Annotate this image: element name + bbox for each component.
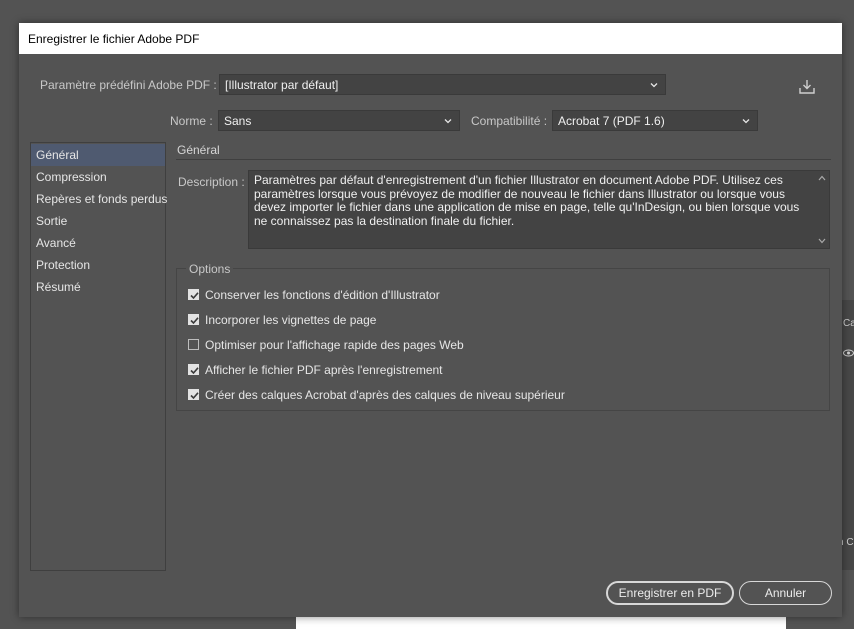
eye-icon [843, 349, 854, 357]
option-label: Incorporer les vignettes de page [205, 313, 377, 327]
checkmark-icon [190, 292, 199, 300]
option-label: Optimiser pour l'affichage rapide des pa… [205, 338, 464, 352]
description-scrollbar[interactable] [817, 174, 827, 245]
sidebar-item-summary[interactable]: Résumé [31, 276, 165, 298]
compatibility-value: Acrobat 7 (PDF 1.6) [558, 114, 665, 128]
checkbox[interactable] [188, 314, 199, 325]
standard-label: Norme : [170, 114, 213, 128]
option-label: Créer des calques Acrobat d'après des ca… [205, 388, 565, 402]
standard-select[interactable]: Sans [218, 110, 460, 131]
category-sidebar: Général Compression Repères et fonds per… [30, 142, 167, 571]
sidebar-item-compression[interactable]: Compression [31, 166, 165, 188]
description-text: Paramètres par défaut d'enregistrement d… [254, 173, 800, 228]
checkbox[interactable] [188, 389, 199, 400]
save-preset-icon[interactable] [798, 78, 816, 96]
checkmark-icon [190, 317, 199, 325]
section-header: Général [176, 142, 831, 160]
compatibility-label: Compatibilité : [471, 114, 548, 128]
preset-label: Paramètre prédéfini Adobe PDF : [40, 78, 217, 92]
chevron-down-icon [650, 83, 658, 88]
options-title: Options [186, 262, 234, 276]
preset-select[interactable]: [Illustrator par défaut] [219, 74, 666, 95]
description-label: Description : [178, 175, 245, 189]
checkbox[interactable] [188, 339, 199, 350]
checkbox[interactable] [188, 289, 199, 300]
sidebar-item-output[interactable]: Sortie [31, 210, 165, 232]
checkmark-icon [190, 367, 199, 375]
background-fragment-text: Ca [843, 318, 854, 329]
option-label: Conserver les fonctions d'édition d'Illu… [205, 288, 440, 302]
cancel-button[interactable]: Annuler [739, 581, 832, 605]
chevron-down-icon [742, 119, 750, 124]
dialog-titlebar[interactable]: Enregistrer le fichier Adobe PDF [19, 23, 842, 54]
compatibility-select[interactable]: Acrobat 7 (PDF 1.6) [552, 110, 758, 131]
section-title: Général [177, 143, 220, 157]
preset-value: [Illustrator par défaut] [225, 78, 339, 92]
description-textarea[interactable]: Paramètres par défaut d'enregistrement d… [248, 170, 830, 249]
dialog-title: Enregistrer le fichier Adobe PDF [28, 32, 200, 46]
sidebar-item-general[interactable]: Général [31, 144, 165, 166]
chevron-down-icon[interactable] [817, 237, 827, 245]
checkmark-icon [190, 392, 199, 400]
sidebar-item-advanced[interactable]: Avancé [31, 232, 165, 254]
chevron-up-icon[interactable] [817, 174, 827, 182]
save-pdf-button[interactable]: Enregistrer en PDF [606, 581, 734, 605]
standard-value: Sans [224, 114, 252, 128]
sidebar-item-marks-and-bleeds[interactable]: Repères et fonds perdus [31, 188, 167, 210]
checkbox[interactable] [188, 364, 199, 375]
option-label: Afficher le fichier PDF après l'enregist… [205, 363, 443, 377]
sidebar-item-security[interactable]: Protection [31, 254, 165, 276]
save-pdf-dialog: Enregistrer le fichier Adobe PDF Paramèt… [19, 23, 842, 617]
chevron-down-icon [444, 119, 452, 124]
